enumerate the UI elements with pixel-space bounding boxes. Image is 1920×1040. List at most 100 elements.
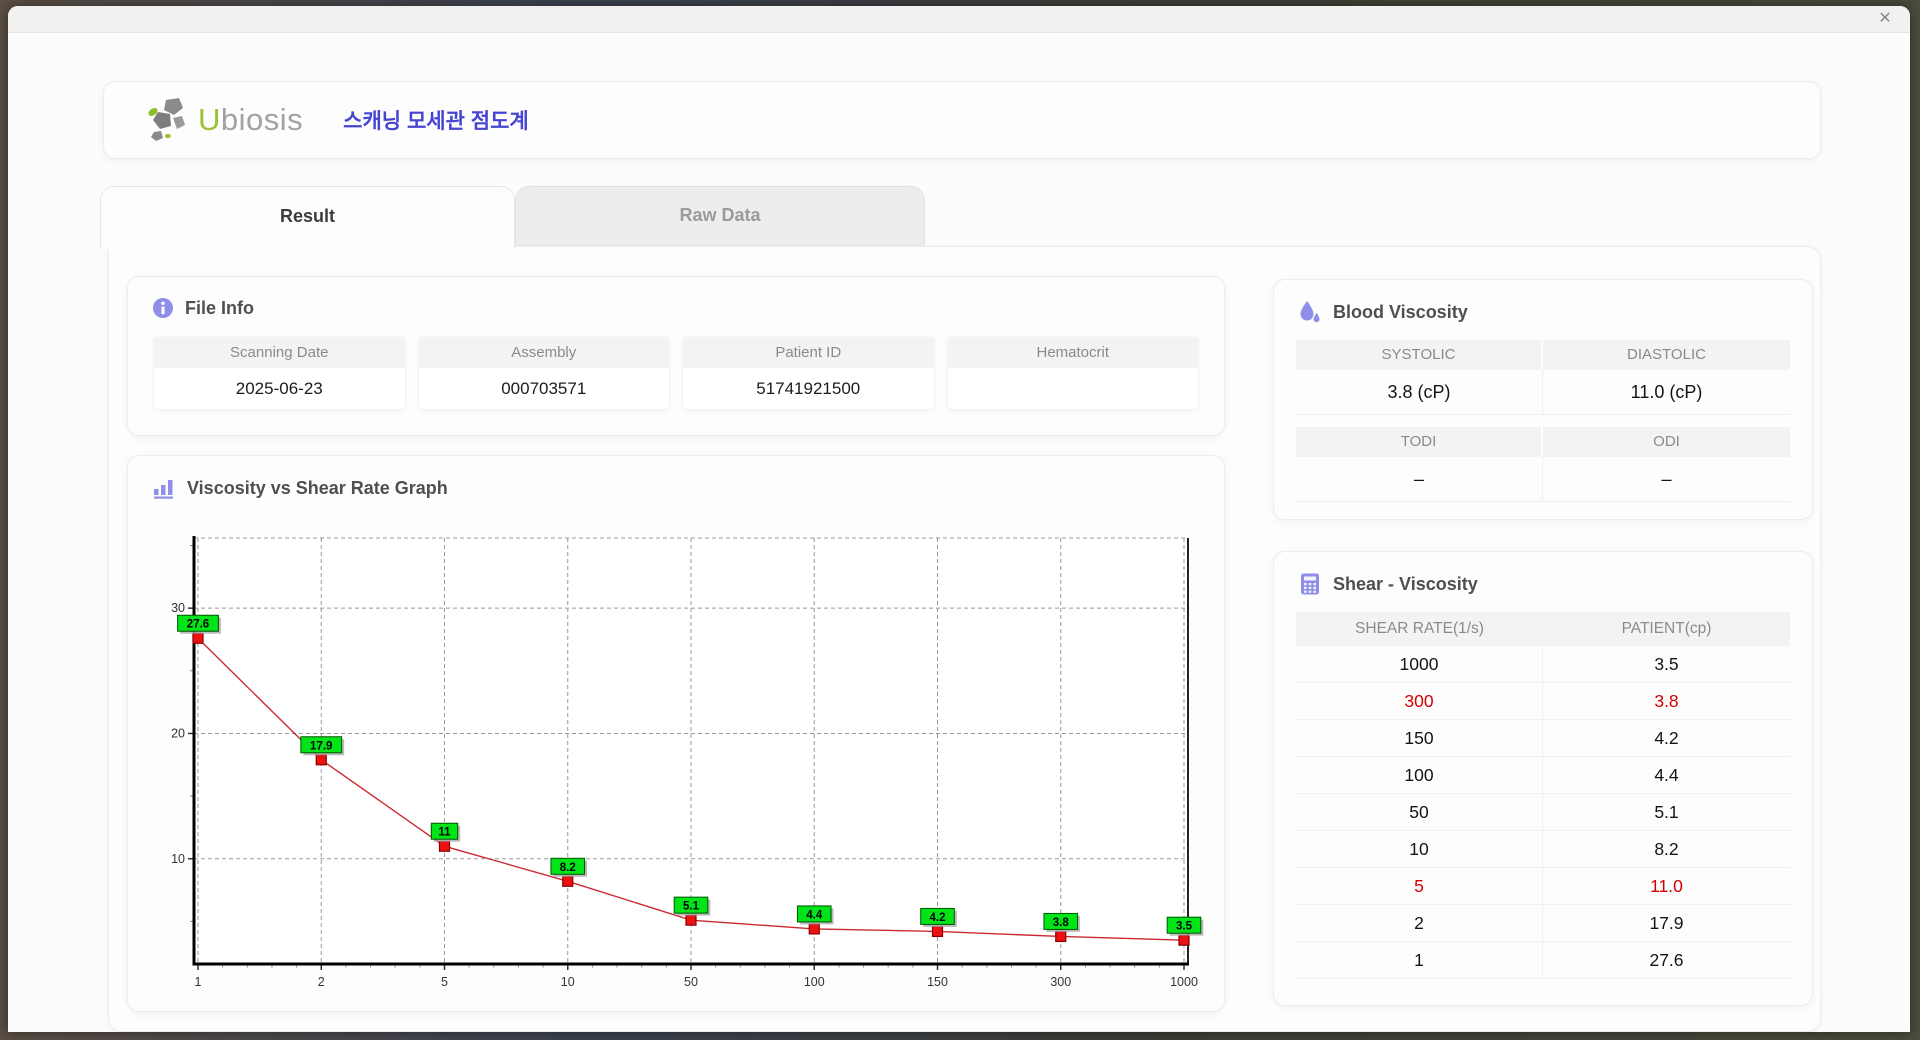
svg-text:27.6: 27.6 (187, 619, 209, 631)
close-icon[interactable]: ✕ (1874, 9, 1896, 29)
field-label: Scanning Date (154, 337, 405, 368)
svg-text:300: 300 (1050, 975, 1071, 989)
file-info-title: File Info (152, 297, 1224, 319)
bv-header-row-1: SYSTOLIC DIASTOLIC (1296, 340, 1790, 370)
shear-table-body: 1000 3.5 300 3.8 150 4.2 100 4.4 50 5.1 10 8.2 5 11.0… (1296, 646, 1790, 979)
bv-value-row-2: – – (1296, 457, 1790, 502)
file-info-field: Assembly 000703571 (418, 337, 669, 409)
bv-value-diastolic: 11.0 (cP) (1543, 370, 1790, 415)
calculator-icon (1301, 573, 1319, 595)
shear-rate-cell: 300 (1296, 683, 1543, 719)
ubiosis-pebbles-icon (148, 98, 185, 141)
bv-value-systolic: 3.8 (cP) (1296, 370, 1543, 415)
svg-text:3.5: 3.5 (1176, 921, 1193, 933)
blood-viscosity-title: Blood Viscosity (1298, 300, 1812, 324)
file-info-field: Patient ID 51741921500 (683, 337, 934, 409)
bv-value-row-1: 3.8 (cP) 11.0 (cP) (1296, 370, 1790, 415)
shear-rate-cell: 2 (1296, 905, 1543, 941)
table-row: 1 27.6 (1296, 942, 1790, 979)
svg-text:100: 100 (804, 975, 825, 989)
bv-header-todi: TODI (1296, 427, 1543, 457)
shear-rate-cell: 5 (1296, 868, 1543, 904)
field-value: 000703571 (501, 379, 587, 398)
table-row: 300 3.8 (1296, 683, 1790, 720)
shear-viscosity-table: SHEAR RATE(1/s) PATIENT(cp) 1000 3.5 300 3.… (1296, 612, 1790, 979)
table-row: 150 4.2 (1296, 720, 1790, 757)
svg-text:2: 2 (318, 975, 325, 989)
patient-column-header: PATIENT(cp) (1621, 620, 1712, 637)
bv-value-todi: – (1296, 457, 1543, 502)
bv-header-odi: ODI (1543, 427, 1790, 457)
table-row: 100 4.4 (1296, 757, 1790, 794)
patient-viscosity-cell: 3.8 (1654, 691, 1679, 711)
desktop: ✕ Ubiosis 스캐닝 모세관 점도계 Result Raw Data Fi… (0, 0, 1920, 1040)
file-info-field: Scanning Date 2025-06-23 (154, 337, 405, 409)
svg-text:17.9: 17.9 (310, 740, 332, 752)
graph-title: Viscosity vs Shear Rate Graph (152, 476, 1224, 500)
field-label: Assembly (418, 337, 669, 368)
blood-viscosity-card: Blood Viscosity SYSTOLIC DIASTOLIC 3.8 (… (1273, 279, 1813, 520)
patient-viscosity-cell: 17.9 (1649, 913, 1684, 933)
svg-text:20: 20 (171, 726, 185, 740)
info-icon (153, 298, 173, 318)
shear-viscosity-title: Shear - Viscosity (1298, 572, 1812, 596)
app-window: ✕ Ubiosis 스캐닝 모세관 점도계 Result Raw Data Fi… (8, 6, 1910, 1032)
svg-text:5: 5 (441, 975, 448, 989)
svg-text:50: 50 (684, 975, 698, 989)
bv-header-systolic: SYSTOLIC (1296, 340, 1543, 370)
svg-text:11: 11 (438, 827, 451, 839)
droplets-icon (1300, 301, 1320, 323)
ubiosis-logo: Ubiosis (146, 96, 303, 144)
table-row: 2 17.9 (1296, 905, 1790, 942)
field-value: 51741921500 (756, 379, 861, 398)
svg-text:150: 150 (927, 975, 948, 989)
svg-text:4.4: 4.4 (806, 909, 823, 921)
svg-text:30: 30 (171, 601, 185, 615)
shear-viscosity-card: Shear - Viscosity SHEAR RATE(1/s) PATIEN… (1273, 551, 1813, 1006)
title-bar: ✕ (8, 6, 1910, 33)
svg-text:5.1: 5.1 (683, 901, 700, 913)
svg-text:1000: 1000 (1170, 975, 1198, 989)
tab-raw-data[interactable]: Raw Data (515, 186, 925, 246)
patient-viscosity-cell: 11.0 (1650, 876, 1683, 896)
bv-header-row-2: TODI ODI (1296, 427, 1790, 457)
bv-header-diastolic: DIASTOLIC (1543, 340, 1790, 370)
blood-viscosity-table: SYSTOLIC DIASTOLIC 3.8 (cP) 11.0 (cP) TO… (1296, 340, 1790, 502)
shear-rate-column-header: SHEAR RATE(1/s) (1355, 620, 1484, 637)
svg-text:1: 1 (195, 975, 202, 989)
patient-viscosity-cell: 5.1 (1654, 802, 1679, 822)
file-info-fields: Scanning Date 2025-06-23 Assembly 000703571… (154, 337, 1198, 409)
svg-text:4.2: 4.2 (930, 912, 946, 924)
patient-viscosity-cell: 8.2 (1654, 839, 1679, 859)
bar-chart-icon (154, 480, 173, 499)
tab-result[interactable]: Result (100, 186, 515, 249)
patient-viscosity-cell: 4.2 (1654, 728, 1679, 748)
graph-card: Viscosity vs Shear Rate Graph 10 20 30 1 2 5 1… (127, 455, 1225, 1012)
bv-value-odi: – (1543, 457, 1790, 502)
app-title: 스캐닝 모세관 점도계 (343, 110, 529, 133)
svg-text:3.8: 3.8 (1053, 917, 1070, 929)
file-info-card: File Info Scanning Date 2025-06-23 Assembl… (127, 276, 1225, 436)
patient-viscosity-cell: 4.4 (1654, 765, 1679, 785)
svg-text:8.2: 8.2 (560, 862, 576, 874)
svg-text:10: 10 (171, 852, 185, 866)
brand-name: Ubiosis (198, 102, 304, 137)
shear-table-header: SHEAR RATE(1/s) PATIENT(cp) (1296, 612, 1790, 646)
shear-rate-cell: 100 (1296, 757, 1543, 793)
field-label: Patient ID (683, 337, 934, 368)
table-row: 1000 3.5 (1296, 646, 1790, 683)
svg-text:10: 10 (561, 975, 575, 989)
field-value (948, 368, 1199, 409)
table-row: 10 8.2 (1296, 831, 1790, 868)
header-card: Ubiosis 스캐닝 모세관 점도계 (103, 81, 1821, 159)
table-row: 5 11.0 (1296, 868, 1790, 905)
viscosity-chart: 10 20 30 1 2 5 10 50 100 150 300 1000 27.6 17.9 11 8.2 5… (152, 522, 1227, 1013)
field-label: Hematocrit (947, 337, 1198, 368)
file-info-field: Hematocrit (947, 337, 1199, 409)
shear-rate-cell: 50 (1296, 794, 1543, 830)
shear-rate-cell: 150 (1296, 720, 1543, 756)
patient-viscosity-cell: 27.6 (1649, 950, 1684, 970)
field-value: 2025-06-23 (235, 379, 323, 398)
shear-rate-cell: 10 (1296, 831, 1543, 867)
table-row: 50 5.1 (1296, 794, 1790, 831)
